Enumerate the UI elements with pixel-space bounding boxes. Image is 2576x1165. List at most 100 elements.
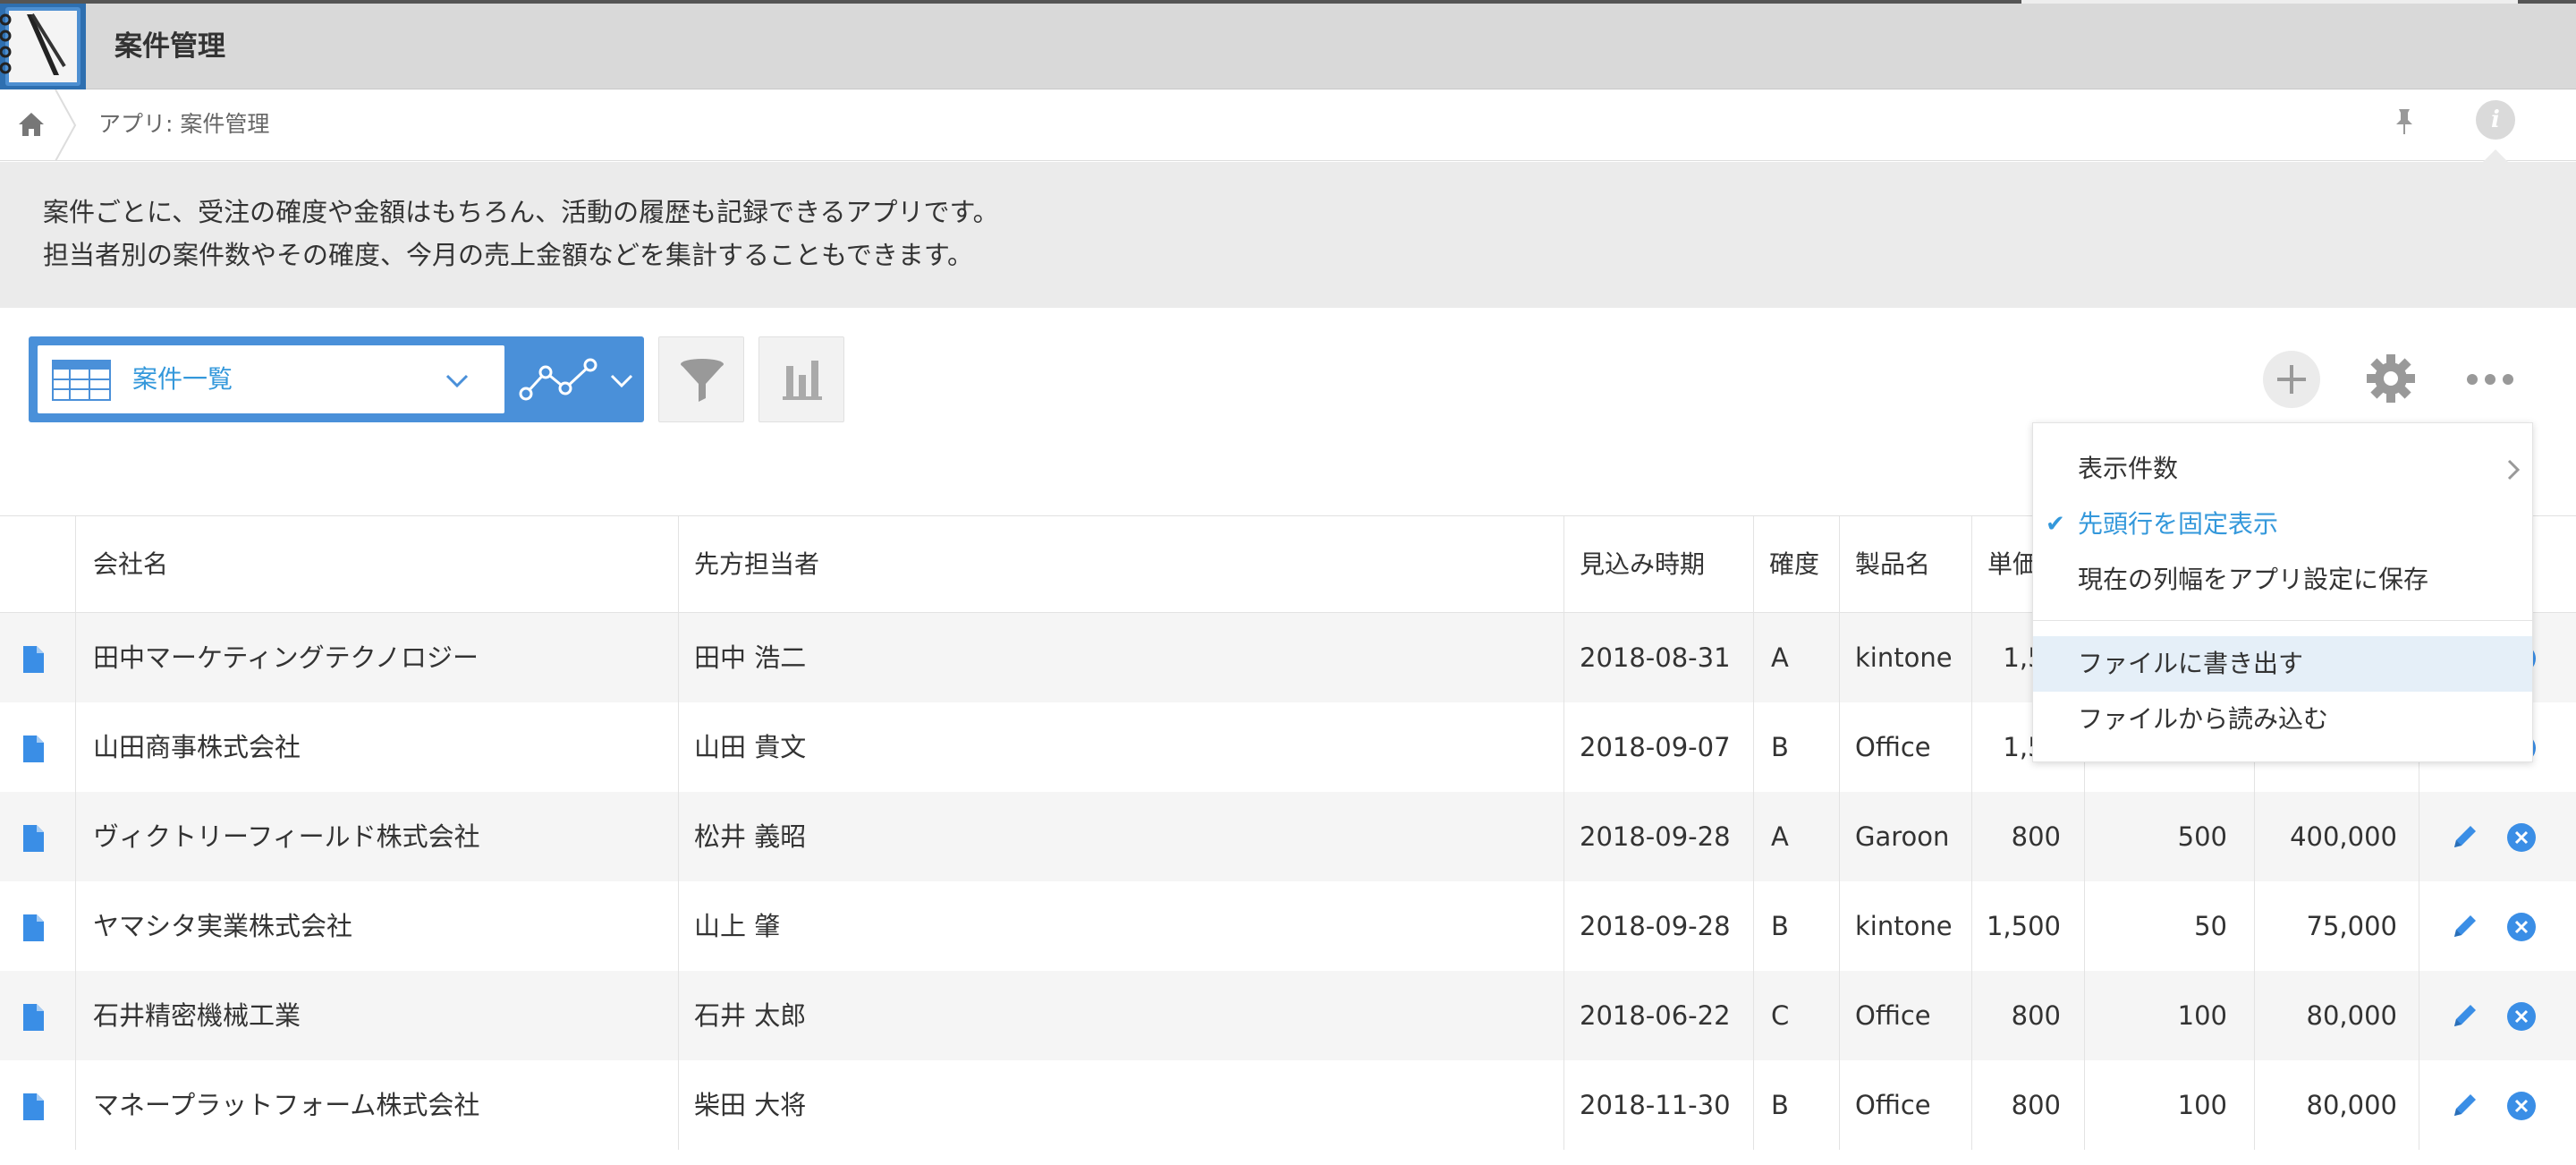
- menu-item-save-column-width[interactable]: 現在の列幅をアプリ設定に保存: [2033, 552, 2532, 608]
- more-options-icon[interactable]: [2465, 361, 2515, 397]
- table-row: 石井精密機械工業 石井 太郎 2018-06-22 C Office 800 100 80,0…: [0, 971, 2576, 1060]
- menu-item-label: ファイルから読み込む: [2078, 704, 2329, 734]
- column-divider: [1753, 971, 1754, 1060]
- cell-date: 2018-09-07: [1580, 732, 1731, 762]
- home-icon[interactable]: [16, 109, 47, 140]
- edit-icon[interactable]: [2449, 910, 2481, 942]
- delete-icon[interactable]: [2506, 912, 2537, 942]
- cell-subtotal: 75,000: [2306, 911, 2397, 941]
- cell-quantity: 50: [2194, 911, 2227, 941]
- column-divider: [1563, 881, 1564, 971]
- delete-icon[interactable]: [2506, 1091, 2537, 1121]
- cell-rank: B: [1771, 732, 1789, 762]
- edit-icon[interactable]: [2449, 1089, 2481, 1121]
- filter-icon: [681, 359, 724, 402]
- column-divider: [678, 1060, 679, 1150]
- column-header-company[interactable]: 会社名: [93, 516, 665, 612]
- graph-view-icon[interactable]: [519, 354, 599, 404]
- cell-company: 田中マーケティングテクノロジー: [93, 642, 479, 673]
- cell-contact: 石井 太郎: [694, 1000, 807, 1031]
- record-detail-icon[interactable]: [21, 1003, 45, 1032]
- column-divider: [2084, 971, 2085, 1060]
- column-header-date[interactable]: 見込み時期: [1580, 516, 1750, 612]
- cell-contact: 松井 義昭: [694, 821, 807, 852]
- breadcrumb-app-label[interactable]: アプリ: 案件管理: [98, 109, 269, 140]
- menu-item-label: 現在の列幅をアプリ設定に保存: [2078, 565, 2429, 594]
- column-divider: [1563, 516, 1564, 612]
- cell-rank: A: [1771, 821, 1789, 852]
- column-divider: [678, 613, 679, 702]
- app-title: 案件管理: [114, 30, 225, 63]
- column-header-product[interactable]: 製品名: [1855, 516, 1962, 612]
- graph-chevron-down-icon[interactable]: [606, 365, 637, 395]
- pin-icon[interactable]: [2388, 106, 2420, 138]
- record-detail-icon[interactable]: [21, 914, 45, 942]
- record-detail-icon[interactable]: [21, 645, 45, 674]
- breadcrumb-separator-icon: [55, 89, 77, 161]
- column-header-contact[interactable]: 先方担当者: [694, 516, 1553, 612]
- cell-company: 石井精密機械工業: [93, 1000, 301, 1031]
- column-divider: [1839, 613, 1840, 702]
- menu-item-import-file[interactable]: ファイルから読み込む: [2033, 692, 2532, 747]
- cell-date: 2018-09-28: [1580, 911, 1731, 941]
- table-row: ヴィクトリーフィールド株式会社 松井 義昭 2018-09-28 A Garoon 800…: [0, 792, 2576, 881]
- menu-item-freeze-header[interactable]: ✔ 先頭行を固定表示: [2033, 497, 2532, 552]
- delete-icon[interactable]: [2506, 822, 2537, 853]
- edit-icon[interactable]: [2449, 999, 2481, 1032]
- column-divider: [75, 881, 76, 971]
- column-divider: [1971, 702, 1972, 792]
- chevron-right-icon: [2507, 459, 2521, 480]
- cell-date: 2018-09-28: [1580, 821, 1731, 852]
- cell-product: kintone: [1855, 642, 1953, 673]
- app-header: 案件管理: [0, 4, 2576, 89]
- app-info-button[interactable]: i: [2476, 100, 2515, 140]
- breadcrumb: アプリ: 案件管理: [0, 89, 2576, 161]
- options-menu: 表示件数 ✔ 先頭行を固定表示 現在の列幅をアプリ設定に保存 ファイルに書き出す…: [2032, 422, 2533, 762]
- menu-item-export-file[interactable]: ファイルに書き出す: [2033, 636, 2532, 692]
- table-view-icon: [52, 360, 111, 401]
- gear-icon[interactable]: [2361, 349, 2420, 408]
- column-divider: [75, 792, 76, 881]
- cell-product: Office: [1855, 1090, 1931, 1120]
- add-record-button[interactable]: [2263, 351, 2320, 408]
- view-selector-group: 案件一覧: [29, 336, 644, 422]
- edit-icon[interactable]: [2449, 821, 2481, 853]
- cell-company: マネープラットフォーム株式会社: [93, 1090, 480, 1120]
- delete-icon[interactable]: [2506, 1001, 2537, 1032]
- view-dropdown[interactable]: 案件一覧: [38, 345, 504, 413]
- plus-icon: [2277, 365, 2306, 394]
- column-divider: [1753, 792, 1754, 881]
- filter-button[interactable]: [658, 336, 744, 422]
- menu-item-records-per-page[interactable]: 表示件数: [2033, 441, 2532, 497]
- record-detail-icon[interactable]: [21, 824, 45, 853]
- column-divider: [678, 516, 679, 612]
- record-detail-icon[interactable]: [21, 735, 45, 763]
- cell-rank: B: [1771, 911, 1789, 941]
- record-detail-icon[interactable]: [21, 1093, 45, 1121]
- cell-price: 1,500: [1986, 911, 2061, 941]
- cell-quantity: 100: [2177, 1090, 2227, 1120]
- column-divider: [1753, 1060, 1754, 1150]
- column-divider: [75, 1060, 76, 1150]
- chart-button[interactable]: [758, 336, 844, 422]
- cell-date: 2018-06-22: [1580, 1000, 1731, 1031]
- column-divider: [1563, 971, 1564, 1060]
- description-line-2: 担当者別の案件数やその確度、今月の売上金額などを集計することもできます。: [43, 240, 973, 270]
- cell-rank: B: [1771, 1090, 1789, 1120]
- column-divider: [1753, 516, 1754, 612]
- app-description-panel: 案件ごとに、受注の確度や金額はもちろん、活動の履歴も記録できるアプリです。 担当…: [0, 149, 2576, 308]
- column-header-rank[interactable]: 確度: [1769, 516, 1841, 612]
- cell-company: 山田商事株式会社: [93, 732, 301, 762]
- cell-product: Office: [1855, 732, 1931, 762]
- cell-rank: C: [1771, 1000, 1790, 1031]
- column-divider: [1839, 702, 1840, 792]
- table-row: ヤマシタ実業株式会社 山上 肇 2018-09-28 Bkintone 1,500 50 7…: [0, 881, 2576, 971]
- column-divider: [1839, 1060, 1840, 1150]
- column-divider: [1563, 792, 1564, 881]
- cell-contact: 山上 肇: [694, 911, 781, 941]
- column-divider: [2084, 881, 2085, 971]
- cell-company: ヴィクトリーフィールド株式会社: [93, 821, 480, 852]
- column-divider: [1971, 971, 1972, 1060]
- cell-product: Office: [1855, 1000, 1931, 1031]
- column-divider: [1563, 1060, 1564, 1150]
